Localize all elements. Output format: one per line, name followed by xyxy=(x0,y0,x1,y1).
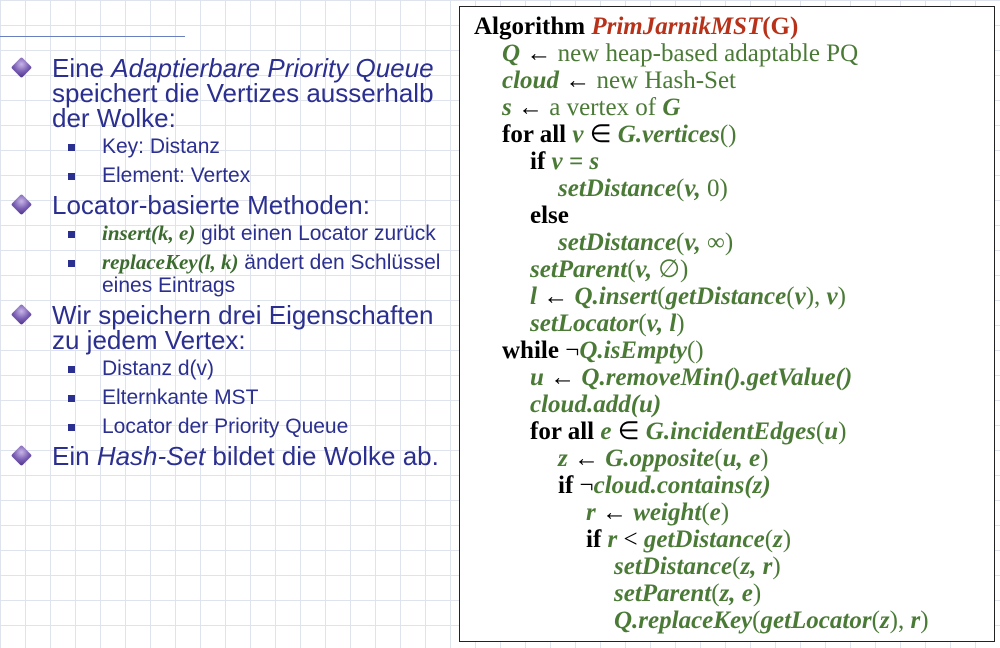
square-bullet-icon xyxy=(68,366,75,373)
code-line: z ← G.opposite(u, e) xyxy=(558,445,769,472)
sub-bullet-item: Distanz d(v) xyxy=(10,357,450,380)
code-line: l ← Q.insert(getDistance(v), v) xyxy=(530,283,846,310)
code-line: setParent(v, ∅) xyxy=(530,256,689,283)
code-line: setDistance(v, 0) xyxy=(558,175,728,202)
code-line: if ¬cloud.contains(z) xyxy=(558,472,771,499)
code-line: Q ← new heap-based adaptable PQ xyxy=(502,40,859,67)
sub-bullet-item: Element: Vertex xyxy=(10,164,450,187)
algorithm-box: Algorithm PrimJarnikMST(G) Q ← new heap-… xyxy=(459,6,995,642)
square-bullet-icon xyxy=(68,173,75,180)
diamond-bullet-icon xyxy=(10,303,33,326)
square-bullet-icon xyxy=(68,144,75,151)
sub-bullet-item: replaceKey(l, k) ändert den Schlüssel ei… xyxy=(10,251,450,297)
code-line: for all e ∈ G.incidentEdges(u) xyxy=(530,418,847,445)
bullet-item: Locator-basierte Methoden: xyxy=(10,192,450,218)
bullet-item: Wir speichern drei Eigenschaften zu jede… xyxy=(10,302,450,353)
bullet-list: Eine Adaptierbare Priority Queue speiche… xyxy=(10,55,450,471)
bullet-item: Eine Adaptierbare Priority Queue speiche… xyxy=(10,55,450,131)
code-line: if v = s xyxy=(530,148,600,175)
code-line: setDistance(z, r) xyxy=(614,553,781,580)
diamond-bullet-icon xyxy=(10,193,33,216)
square-bullet-icon xyxy=(68,395,75,402)
code-line: r ← weight(e) xyxy=(586,499,730,526)
sub-bullet-item: Elternkante MST xyxy=(10,386,450,409)
square-bullet-icon xyxy=(68,260,75,267)
code-line: cloud ← new Hash-Set xyxy=(502,67,737,94)
code-line: cloud.add(u) xyxy=(530,391,662,418)
code-line: while ¬Q.isEmpty() xyxy=(502,337,704,364)
code-line: else xyxy=(530,202,569,229)
bullet-item: Ein Hash-Set bildet die Wolke ab. xyxy=(10,443,450,469)
square-bullet-icon xyxy=(68,424,75,431)
algorithm-code: Algorithm PrimJarnikMST(G) Q ← new heap-… xyxy=(474,13,929,634)
code-line: for all v ∈ G.vertices() xyxy=(502,121,737,148)
code-line: s ← a vertex of G xyxy=(502,94,681,121)
sub-bullet-item: Locator der Priority Queue xyxy=(10,415,450,438)
code-line: Q.replaceKey(getLocator(z), r) xyxy=(614,607,929,634)
code-line: if r < getDistance(z) xyxy=(586,526,792,553)
code-line: setDistance(v, ∞) xyxy=(558,229,734,256)
title-underline xyxy=(0,36,185,37)
code-line: setLocator(v, l) xyxy=(530,310,685,337)
sub-bullet-item: insert(k, e) gibt einen Locator zurück xyxy=(10,222,450,245)
code-line: Algorithm PrimJarnikMST(G) xyxy=(474,13,799,40)
code-line: setParent(z, e) xyxy=(614,580,762,607)
square-bullet-icon xyxy=(68,231,75,238)
diamond-bullet-icon xyxy=(10,444,33,467)
diamond-bullet-icon xyxy=(10,56,33,79)
sub-bullet-item: Key: Distanz xyxy=(10,135,450,158)
code-line: u ← Q.removeMin().getValue() xyxy=(530,364,853,391)
